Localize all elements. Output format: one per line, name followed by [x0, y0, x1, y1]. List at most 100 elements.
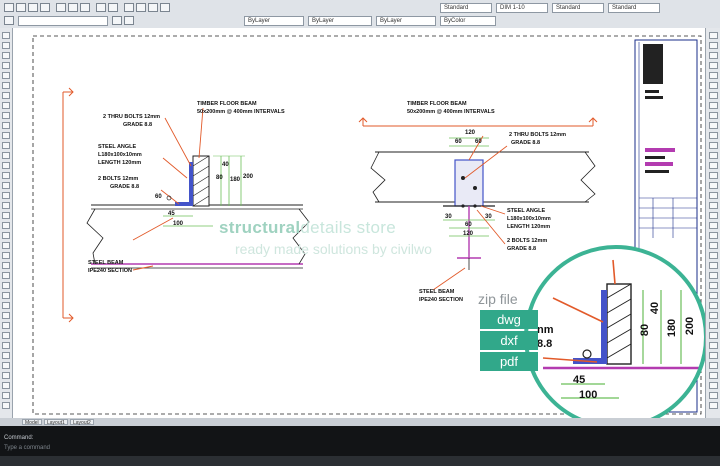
table-style-select[interactable]: Standard: [552, 3, 604, 13]
draw-tool-icon[interactable]: [2, 72, 10, 79]
draw-tool-icon[interactable]: [2, 232, 10, 239]
modify-tool-icon[interactable]: [709, 232, 718, 239]
modify-tool-icon[interactable]: [709, 32, 718, 39]
draw-tool-icon[interactable]: [2, 182, 10, 189]
modify-tool-icon[interactable]: [709, 122, 718, 129]
draw-tool-icon[interactable]: [2, 322, 10, 329]
modify-tool-icon[interactable]: [709, 332, 718, 339]
draw-tool-icon[interactable]: [2, 102, 10, 109]
save-icon[interactable]: [28, 3, 38, 12]
modify-tool-icon[interactable]: [709, 42, 718, 49]
modify-tool-icon[interactable]: [709, 92, 718, 99]
draw-tool-icon[interactable]: [2, 402, 10, 409]
modify-tool-icon[interactable]: [709, 152, 718, 159]
tab-layout2[interactable]: Layout2: [70, 419, 94, 426]
modify-tool-icon[interactable]: [709, 262, 718, 269]
make-current-icon[interactable]: [112, 16, 122, 25]
text-style-select[interactable]: Standard: [440, 3, 492, 13]
draw-tool-icon[interactable]: [2, 272, 10, 279]
zoom-icon[interactable]: [136, 3, 146, 12]
download-pdf-button[interactable]: pdf: [480, 352, 538, 371]
modify-tool-icon[interactable]: [709, 62, 718, 69]
drawing-canvas[interactable]: structuraldetails store ready made solut…: [13, 28, 705, 426]
modify-tool-icon[interactable]: [709, 252, 718, 259]
draw-tool-icon[interactable]: [2, 382, 10, 389]
draw-tool-icon[interactable]: [2, 252, 10, 259]
draw-tool-icon[interactable]: [2, 52, 10, 59]
modify-tool-icon[interactable]: [709, 402, 718, 409]
modify-tool-icon[interactable]: [709, 382, 718, 389]
draw-tool-icon[interactable]: [2, 132, 10, 139]
modify-tool-icon[interactable]: [709, 312, 718, 319]
modify-tool-icon[interactable]: [709, 142, 718, 149]
pan-icon[interactable]: [124, 3, 134, 12]
design-center-icon[interactable]: [160, 3, 170, 12]
draw-tool-icon[interactable]: [2, 282, 10, 289]
modify-tool-icon[interactable]: [709, 82, 718, 89]
modify-tool-icon[interactable]: [709, 352, 718, 359]
draw-tool-icon[interactable]: [2, 152, 10, 159]
draw-tool-icon[interactable]: [2, 362, 10, 369]
modify-tool-icon[interactable]: [709, 322, 718, 329]
properties-icon[interactable]: [148, 3, 158, 12]
modify-tool-icon[interactable]: [709, 222, 718, 229]
draw-tool-icon[interactable]: [2, 302, 10, 309]
download-dwg-button[interactable]: dwg: [480, 310, 538, 329]
color-select[interactable]: ByLayer: [244, 16, 304, 26]
modify-tool-icon[interactable]: [709, 162, 718, 169]
modify-tool-icon[interactable]: [709, 342, 718, 349]
draw-tool-icon[interactable]: [2, 222, 10, 229]
draw-tool-icon[interactable]: [2, 312, 10, 319]
draw-tool-icon[interactable]: [2, 292, 10, 299]
tab-layout1[interactable]: Layout1: [44, 419, 68, 426]
modify-tool-icon[interactable]: [709, 132, 718, 139]
draw-tool-icon[interactable]: [2, 122, 10, 129]
draw-tool-icon[interactable]: [2, 212, 10, 219]
command-input[interactable]: Type a command: [4, 445, 50, 451]
redo-icon[interactable]: [108, 3, 118, 12]
download-dxf-button[interactable]: dxf: [480, 331, 538, 350]
modify-tool-icon[interactable]: [709, 172, 718, 179]
draw-tool-icon[interactable]: [2, 262, 10, 269]
modify-tool-icon[interactable]: [709, 212, 718, 219]
lineweight-select[interactable]: ByLayer: [376, 16, 436, 26]
print-icon[interactable]: [40, 3, 50, 12]
modify-tool-icon[interactable]: [709, 102, 718, 109]
paste-icon[interactable]: [80, 3, 90, 12]
draw-tool-icon[interactable]: [2, 352, 10, 359]
draw-tool-icon[interactable]: [2, 62, 10, 69]
modify-tool-icon[interactable]: [709, 392, 718, 399]
draw-tool-icon[interactable]: [2, 142, 10, 149]
modify-tool-icon[interactable]: [709, 282, 718, 289]
layer-previous-icon[interactable]: [124, 16, 134, 25]
multileader-style-select[interactable]: Standard: [608, 3, 660, 13]
draw-tool-icon[interactable]: [2, 112, 10, 119]
draw-tool-icon[interactable]: [2, 192, 10, 199]
modify-tool-icon[interactable]: [709, 362, 718, 369]
modify-tool-icon[interactable]: [709, 302, 718, 309]
modify-tool-icon[interactable]: [709, 72, 718, 79]
draw-tool-icon[interactable]: [2, 392, 10, 399]
copy-icon[interactable]: [68, 3, 78, 12]
draw-tool-icon[interactable]: [2, 32, 10, 39]
draw-tool-icon[interactable]: [2, 82, 10, 89]
tab-model[interactable]: Model: [22, 419, 42, 426]
modify-tool-icon[interactable]: [709, 112, 718, 119]
open-file-icon[interactable]: [16, 3, 26, 12]
layer-manager-icon[interactable]: [4, 16, 14, 25]
modify-tool-icon[interactable]: [709, 52, 718, 59]
modify-tool-icon[interactable]: [709, 292, 718, 299]
draw-tool-icon[interactable]: [2, 332, 10, 339]
plot-style-select[interactable]: ByColor: [440, 16, 496, 26]
modify-tool-icon[interactable]: [709, 192, 718, 199]
draw-tool-icon[interactable]: [2, 92, 10, 99]
undo-icon[interactable]: [96, 3, 106, 12]
modify-tool-icon[interactable]: [709, 272, 718, 279]
draw-tool-icon[interactable]: [2, 172, 10, 179]
cut-icon[interactable]: [56, 3, 66, 12]
modify-tool-icon[interactable]: [709, 202, 718, 209]
draw-tool-icon[interactable]: [2, 42, 10, 49]
layer-select[interactable]: [18, 16, 108, 26]
draw-tool-icon[interactable]: [2, 372, 10, 379]
draw-tool-icon[interactable]: [2, 242, 10, 249]
